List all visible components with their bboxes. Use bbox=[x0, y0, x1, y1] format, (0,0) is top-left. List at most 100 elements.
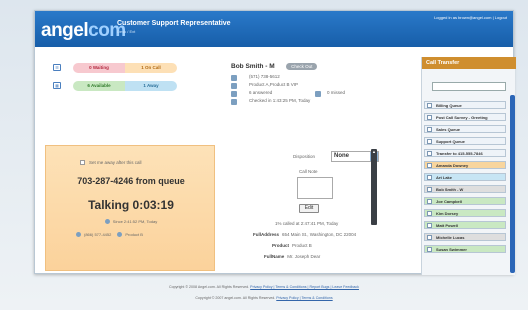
transfer-search-input[interactable] bbox=[432, 82, 506, 91]
fullname-label: FullName bbox=[264, 254, 285, 259]
agent-icon bbox=[427, 223, 432, 228]
transfer-item[interactable]: Billing Queue bbox=[424, 101, 506, 109]
app-window: angelcom Customer Support Representative… bbox=[34, 10, 516, 275]
waiting-count[interactable]: 0 Waiting bbox=[73, 63, 125, 73]
app-title: Customer Support Representative bbox=[117, 20, 231, 27]
clock-icon bbox=[104, 219, 110, 225]
transfer-scrollbar[interactable] bbox=[510, 95, 515, 273]
queue-status-row: ☰ 0 Waiting 1 On Call bbox=[53, 63, 221, 73]
agent-icon bbox=[427, 247, 432, 252]
agent-icon bbox=[427, 199, 432, 204]
answered-icon bbox=[231, 91, 237, 97]
agent-icon bbox=[427, 211, 432, 216]
phone-icon bbox=[76, 232, 81, 238]
transfer-item[interactable]: Sales Queue bbox=[424, 125, 506, 133]
footer-line-2: Copyright © 2007 angel.com. All Rights R… bbox=[0, 296, 528, 300]
product-value: Product B bbox=[292, 243, 312, 248]
queue-icon bbox=[427, 115, 432, 120]
check-out-button[interactable]: Check Out bbox=[286, 63, 318, 70]
call-start-text: Since 2:41:52 PM, Today bbox=[112, 219, 158, 224]
called-time: 1% called at 2:47:41 PM, Today bbox=[275, 221, 339, 226]
transfer-item-label: Michelle Lucas bbox=[436, 235, 465, 240]
transfer-item-label: Post Call Survey - Greeting bbox=[436, 115, 488, 120]
transfer-item-label: Bob Smith - W bbox=[436, 187, 464, 192]
on-call-count[interactable]: 1 On Call bbox=[125, 63, 177, 73]
talking-timer: Talking 0:03:19 bbox=[88, 198, 174, 212]
call-note-label: Call Note bbox=[299, 169, 318, 174]
caller-products: Product A,Product B VIP bbox=[249, 82, 299, 87]
call-start-time: Since 2:41:52 PM, Today bbox=[46, 219, 216, 225]
address-label: FullAddress bbox=[253, 232, 280, 237]
agent-icon bbox=[427, 163, 432, 168]
call-note-input[interactable] bbox=[297, 177, 333, 199]
transfer-item[interactable]: Transfer to 415-555-7846 bbox=[424, 149, 506, 157]
transfer-item[interactable]: Michelle Lucas bbox=[424, 233, 506, 241]
agents-icon: ▦ bbox=[53, 82, 61, 89]
transfer-item-label: Susan Swimmer bbox=[436, 247, 467, 252]
product-field: Product Product B bbox=[272, 243, 312, 248]
queue-icon bbox=[427, 127, 432, 132]
transfer-item-label: Matt Powell bbox=[436, 223, 459, 228]
angelcom-logo[interactable]: angelcom bbox=[41, 20, 126, 42]
user-logout-link[interactable]: Logged in as brown@angel.com | Logout bbox=[434, 15, 507, 20]
transfer-item[interactable]: Joe Campbell bbox=[424, 197, 506, 205]
logo-prefix: angel bbox=[41, 20, 89, 41]
transfer-item[interactable]: Matt Powell bbox=[424, 221, 506, 229]
transfer-item[interactable]: Amanda Downey bbox=[424, 161, 506, 169]
transfer-item[interactable]: Support Queue bbox=[424, 137, 506, 145]
fullname-field: FullName Mr. Joseph Dear bbox=[264, 254, 320, 259]
set-away-checkbox[interactable] bbox=[80, 160, 85, 166]
transfer-item-label: Support Queue bbox=[436, 139, 465, 144]
transfer-item[interactable]: Art Lake bbox=[424, 173, 506, 181]
footer-links-1[interactable]: Privacy Policy | Terms & Conditions | Re… bbox=[250, 285, 359, 289]
transfer-item-label: Transfer to 415-555-7846 bbox=[436, 151, 483, 156]
queue-icon bbox=[427, 139, 432, 144]
caller-phone: (571) 738-5612 bbox=[249, 74, 280, 79]
set-away-checkbox-row[interactable]: Set me away after this call bbox=[80, 160, 142, 166]
caller-phone-queue: 703-287-4246 from queue bbox=[77, 176, 185, 186]
answered-count: 6 answered bbox=[249, 90, 273, 95]
queue-icon bbox=[427, 103, 432, 108]
call-transfer-panel: Call Transfer Billing Queue Post Call Sur… bbox=[421, 57, 516, 275]
transfer-item-label: Billing Queue bbox=[436, 103, 462, 108]
secondary-phone: (866) 577-4452 bbox=[84, 232, 112, 237]
agent-icon bbox=[427, 175, 432, 180]
transfer-item[interactable]: Post Call Survey - Greeting bbox=[424, 113, 506, 121]
transfer-item-label: Kim Dorsey bbox=[436, 211, 459, 216]
set-away-label: Set me away after this call bbox=[89, 160, 142, 165]
available-count[interactable]: 6 Available bbox=[73, 81, 125, 91]
phone-icon bbox=[231, 75, 237, 81]
transfer-item-label: Sales Queue bbox=[436, 127, 461, 132]
checked-in-time: Checked in 1:43:25 PM, Today bbox=[249, 98, 311, 103]
queue-icon: ☰ bbox=[53, 64, 61, 71]
app-subtitle: Desk / Ext bbox=[117, 29, 136, 34]
checked-in-icon bbox=[231, 99, 237, 105]
call-extra-info: (866) 577-4452 Product B bbox=[76, 232, 143, 238]
footer-line-1: Copyright © 2008 Angel.com. All Rights R… bbox=[0, 285, 528, 289]
transfer-item[interactable]: Bob Smith - W bbox=[424, 185, 506, 193]
missed-count: 0 missed bbox=[327, 90, 346, 95]
transfer-item[interactable]: Susan Swimmer bbox=[424, 245, 506, 253]
product-icon bbox=[231, 83, 237, 89]
call-transfer-title: Call Transfer bbox=[422, 57, 516, 69]
transfer-item[interactable]: Kim Dorsey bbox=[424, 209, 506, 217]
footer-links-2[interactable]: Privacy Policy | Terms & Conditions bbox=[276, 296, 332, 300]
details-scrollbar[interactable]: ▲ bbox=[371, 149, 377, 225]
product-icon bbox=[117, 232, 123, 238]
queue-icon bbox=[427, 151, 432, 156]
missed-icon bbox=[315, 91, 321, 97]
scroll-up-icon: ▲ bbox=[372, 149, 376, 154]
call-product: Product B bbox=[125, 232, 143, 237]
caller-name: Bob Smith - M bbox=[231, 63, 275, 70]
app-header: angelcom Customer Support Representative… bbox=[35, 11, 513, 47]
edit-note-button[interactable]: Edit bbox=[299, 204, 319, 213]
transfer-item-label: Art Lake bbox=[436, 175, 453, 180]
transfer-item-label: Joe Campbell bbox=[436, 199, 463, 204]
agent-status-summary: ☰ 0 Waiting 1 On Call ▦ 6 Available 1 Aw… bbox=[53, 61, 221, 111]
disposition-label: Disposition bbox=[293, 154, 316, 159]
disposition-value: None bbox=[334, 153, 349, 159]
agent-icon bbox=[427, 235, 432, 240]
address-value: 654 Main St., Washington, DC 22004 bbox=[282, 232, 357, 237]
away-count[interactable]: 1 Away bbox=[125, 81, 177, 91]
caller-info: Bob Smith - M Check Out (571) 738-5612 P… bbox=[231, 63, 406, 112]
